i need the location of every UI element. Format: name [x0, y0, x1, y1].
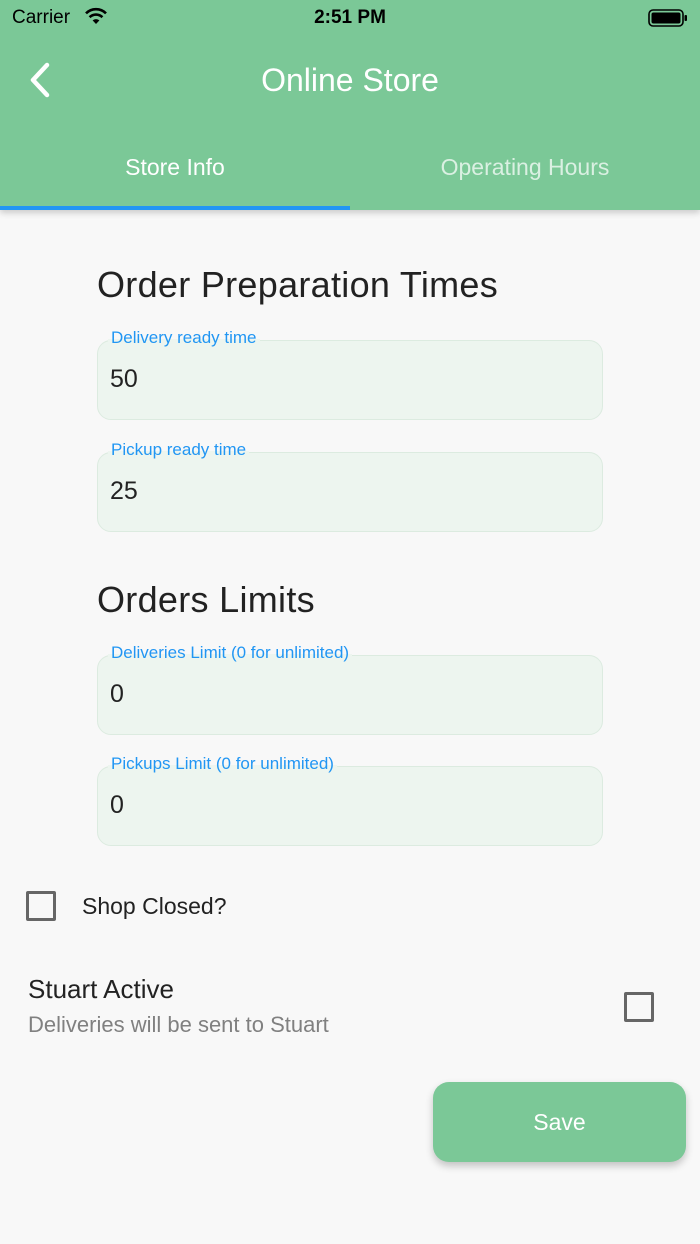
shop-closed-checkbox[interactable]: [26, 891, 56, 921]
deliveries-limit-field[interactable]: Deliveries Limit (0 for unlimited): [97, 643, 603, 735]
save-button[interactable]: Save: [433, 1082, 686, 1162]
pickup-ready-time-input[interactable]: [110, 475, 580, 507]
deliveries-limit-label: Deliveries Limit (0 for unlimited): [108, 643, 353, 663]
pickups-limit-input[interactable]: [110, 789, 580, 821]
app-header: Carrier 2:51 PM Online Store Store Info …: [0, 0, 700, 210]
shop-closed-label: Shop Closed?: [82, 893, 227, 919]
tab-indicator: [0, 206, 350, 210]
stuart-active-title: Stuart Active: [28, 974, 174, 1004]
pickups-limit-field[interactable]: Pickups Limit (0 for unlimited): [97, 754, 603, 846]
page-title: Online Store: [261, 62, 439, 98]
tab-store-info[interactable]: Store Info: [0, 128, 350, 210]
stuart-active-checkbox[interactable]: [624, 992, 654, 1022]
status-time: 2:51 PM: [314, 7, 386, 28]
pickup-ready-time-field[interactable]: Pickup ready time: [97, 440, 603, 532]
orders-limits-title: Orders Limits: [97, 579, 315, 620]
status-bar: Carrier 2:51 PM: [0, 0, 700, 36]
pickup-ready-time-label: Pickup ready time: [108, 440, 250, 460]
delivery-ready-time-input[interactable]: [110, 363, 580, 395]
deliveries-limit-input[interactable]: [110, 678, 580, 710]
delivery-ready-time-label: Delivery ready time: [108, 328, 260, 348]
battery-icon: [648, 9, 688, 32]
pickups-limit-label: Pickups Limit (0 for unlimited): [108, 754, 337, 774]
delivery-ready-time-field[interactable]: Delivery ready time: [97, 328, 603, 420]
tab-operating-hours[interactable]: Operating Hours: [350, 128, 700, 210]
order-preparation-title: Order Preparation Times: [97, 264, 499, 305]
stuart-active-subtitle: Deliveries will be sent to Stuart: [28, 1012, 329, 1037]
